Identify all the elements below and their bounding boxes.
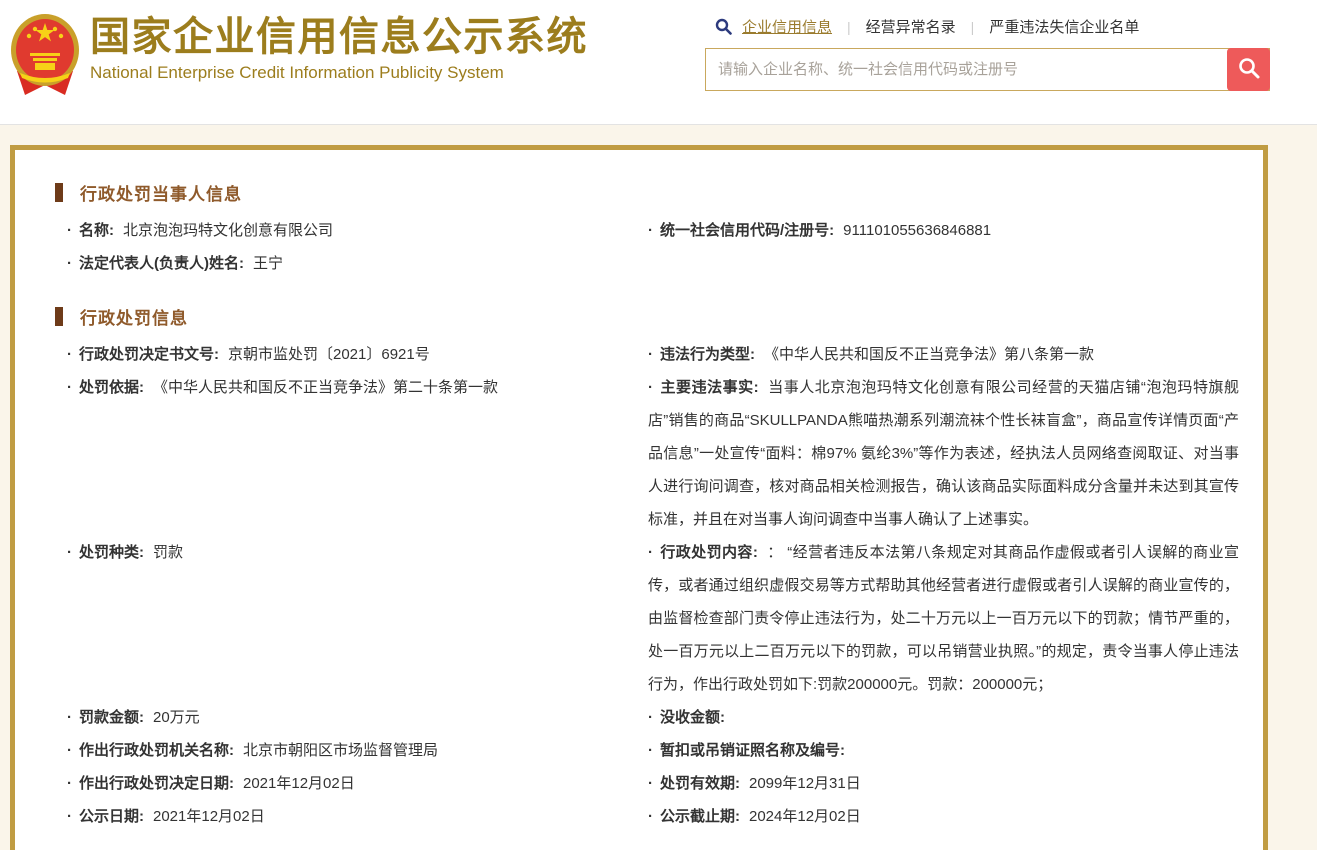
field-value: 《中华人民共和国反不正当竞争法》第二十条第一款 xyxy=(153,379,499,396)
field-cell: 没收金额: xyxy=(648,701,1245,734)
section-title: 行政处罚当事人信息 xyxy=(55,180,1245,205)
field-cell: 法定代表人(负责人)姓名: 王宁 xyxy=(67,247,648,280)
nav-link-1[interactable]: 企业信用信息 xyxy=(742,19,832,36)
field-cell: 处罚依据: 《中华人民共和国反不正当竞争法》第二十条第一款 xyxy=(67,371,648,404)
field-row: 作出行政处罚决定日期: 2021年12月02日 处罚有效期: 2099年12月31日 xyxy=(67,767,1245,800)
field-row: 公示日期: 2021年12月02日 公示截止期: 2024年12月02日 xyxy=(67,800,1245,833)
field-cell: 作出行政处罚机关名称: 北京市朝阳区市场监督管理局 xyxy=(67,734,648,767)
field-value: 北京市朝阳区市场监督管理局 xyxy=(243,742,439,759)
search-icon xyxy=(715,18,732,35)
field-label: 处罚依据: xyxy=(67,379,144,396)
info-section: 行政处罚当事人信息名称: 北京泡泡玛特文化创意有限公司 统一社会信用代码/注册号: 9… xyxy=(47,180,1245,280)
field-label: 处罚有效期: xyxy=(648,775,740,792)
field-label: 没收金额: xyxy=(648,709,725,726)
brand-block: 国家企业信用信息公示系统 National Enterprise Credit … xyxy=(8,6,588,124)
site-header: 国家企业信用信息公示系统 National Enterprise Credit … xyxy=(0,0,1317,125)
section-grid: 名称: 北京泡泡玛特文化创意有限公司 统一社会信用代码/注册号: 9111010556… xyxy=(67,214,1245,280)
field-value: 2099年12月31日 xyxy=(749,775,861,792)
site-title: 国家企业信用信息公示系统 xyxy=(90,15,588,59)
field-cell: 统一社会信用代码/注册号: 911101055636846881 xyxy=(648,214,1245,247)
field-label: 公示日期: xyxy=(67,808,144,825)
section-grid: 行政处罚决定书文号: 京朝市监处罚〔2021〕6921号 违法行为类型: 《中华人民共… xyxy=(67,338,1245,833)
field-label: 名称: xyxy=(67,222,114,239)
field-value: 2024年12月02日 xyxy=(749,808,861,825)
field-row: 作出行政处罚机关名称: 北京市朝阳区市场监督管理局 暂扣或吊销证照名称及编号: xyxy=(67,734,1245,767)
field-cell: 主要违法事实:当事人北京泡泡玛特文化创意有限公司经营的天猫店铺“泡泡玛特旗舰店”… xyxy=(648,371,1245,536)
search-button[interactable] xyxy=(1227,48,1270,91)
field-label: 主要违法事实: xyxy=(648,379,759,396)
field-label: 统一社会信用代码/注册号: xyxy=(648,222,834,239)
field-cell: 处罚种类: 罚款 xyxy=(67,536,648,569)
nav-link-2[interactable]: 经营异常名录 xyxy=(866,19,956,36)
field-row: 处罚依据: 《中华人民共和国反不正当竞争法》第二十条第一款 主要违法事实:当事人北京… xyxy=(67,371,1245,536)
header-right: 企业信用信息 | 经营异常名录 | 严重违法失信企业名单 xyxy=(705,6,1270,124)
header-nav: 企业信用信息 | 经营异常名录 | 严重违法失信企业名单 xyxy=(705,14,1270,38)
field-label: 行政处罚内容: xyxy=(648,544,758,561)
field-value: 王宁 xyxy=(253,255,284,272)
field-label: 暂扣或吊销证照名称及编号: xyxy=(648,742,845,759)
field-row: 处罚种类: 罚款 行政处罚内容:： “经营者违反本法第八条规定对其商品作虚假或者引人… xyxy=(67,536,1245,701)
site-subtitle: National Enterprise Credit Information P… xyxy=(90,63,504,82)
field-cell: 行政处罚决定书文号: 京朝市监处罚〔2021〕6921号 xyxy=(67,338,648,371)
nav-separator: | xyxy=(847,18,851,35)
nav-separator: | xyxy=(970,18,975,35)
field-value: 当事人北京泡泡玛特文化创意有限公司经营的天猫店铺“泡泡玛特旗舰店”销售的商品“S… xyxy=(648,379,1240,528)
field-row: 行政处罚决定书文号: 京朝市监处罚〔2021〕6921号 违法行为类型: 《中华人民共… xyxy=(67,338,1245,371)
field-cell: 公示截止期: 2024年12月02日 xyxy=(648,800,1245,833)
nav-link-3[interactable]: 严重违法失信企业名单 xyxy=(989,19,1139,36)
field-value: 20万元 xyxy=(153,709,200,726)
page-main: 行政处罚当事人信息名称: 北京泡泡玛特文化创意有限公司 统一社会信用代码/注册号: 9… xyxy=(0,125,1317,850)
field-value: 911101055636846881 xyxy=(843,222,992,239)
field-value: 北京泡泡玛特文化创意有限公司 xyxy=(123,222,334,239)
field-cell: 处罚有效期: 2099年12月31日 xyxy=(648,767,1245,800)
field-cell: 行政处罚内容:： “经营者违反本法第八条规定对其商品作虚假或者引人误解的商业宣传… xyxy=(648,536,1245,701)
search-input[interactable] xyxy=(706,49,1228,90)
field-label: 处罚种类: xyxy=(67,544,144,561)
content-panel: 行政处罚当事人信息名称: 北京泡泡玛特文化创意有限公司 统一社会信用代码/注册号: 9… xyxy=(10,145,1268,850)
field-label: 违法行为类型: xyxy=(648,346,755,363)
header-nav-links: 企业信用信息 | 经营异常名录 | 严重违法失信企业名单 xyxy=(742,16,1139,37)
field-cell: 暂扣或吊销证照名称及编号: xyxy=(648,734,1245,767)
field-value: 京朝市监处罚〔2021〕6921号 xyxy=(228,346,430,363)
field-value: ： “经营者违反本法第八条规定对其商品作虚假或者引人误解的商业宣传，或者通过组织… xyxy=(648,544,1239,693)
title-block: 国家企业信用信息公示系统 National Enterprise Credit … xyxy=(90,6,588,124)
info-section: 行政处罚信息行政处罚决定书文号: 京朝市监处罚〔2021〕6921号 违法行为类型:… xyxy=(47,304,1245,833)
field-value: 2021年12月02日 xyxy=(243,775,355,792)
field-cell: 名称: 北京泡泡玛特文化创意有限公司 xyxy=(67,214,648,247)
field-label: 行政处罚决定书文号: xyxy=(67,346,219,363)
field-value: 罚款 xyxy=(153,544,184,561)
field-row: 罚款金额: 20万元 没收金额: xyxy=(67,701,1245,734)
field-label: 罚款金额: xyxy=(67,709,144,726)
search-button-icon xyxy=(1237,56,1261,83)
field-row: 名称: 北京泡泡玛特文化创意有限公司 统一社会信用代码/注册号: 9111010556… xyxy=(67,214,1245,247)
search-bar xyxy=(705,48,1270,91)
field-cell: 公示日期: 2021年12月02日 xyxy=(67,800,648,833)
field-label: 法定代表人(负责人)姓名: xyxy=(67,255,244,272)
field-cell: 罚款金额: 20万元 xyxy=(67,701,648,734)
field-value: 2021年12月02日 xyxy=(153,808,265,825)
field-cell: 作出行政处罚决定日期: 2021年12月02日 xyxy=(67,767,648,800)
field-cell: 违法行为类型: 《中华人民共和国反不正当竞争法》第八条第一款 xyxy=(648,338,1245,371)
field-label: 作出行政处罚机关名称: xyxy=(67,742,234,759)
national-emblem-icon xyxy=(11,14,79,95)
field-label: 作出行政处罚决定日期: xyxy=(67,775,234,792)
field-label: 公示截止期: xyxy=(648,808,740,825)
field-row: 法定代表人(负责人)姓名: 王宁 xyxy=(67,247,1245,280)
field-value: 《中华人民共和国反不正当竞争法》第八条第一款 xyxy=(764,346,1095,363)
section-title: 行政处罚信息 xyxy=(55,304,1245,329)
